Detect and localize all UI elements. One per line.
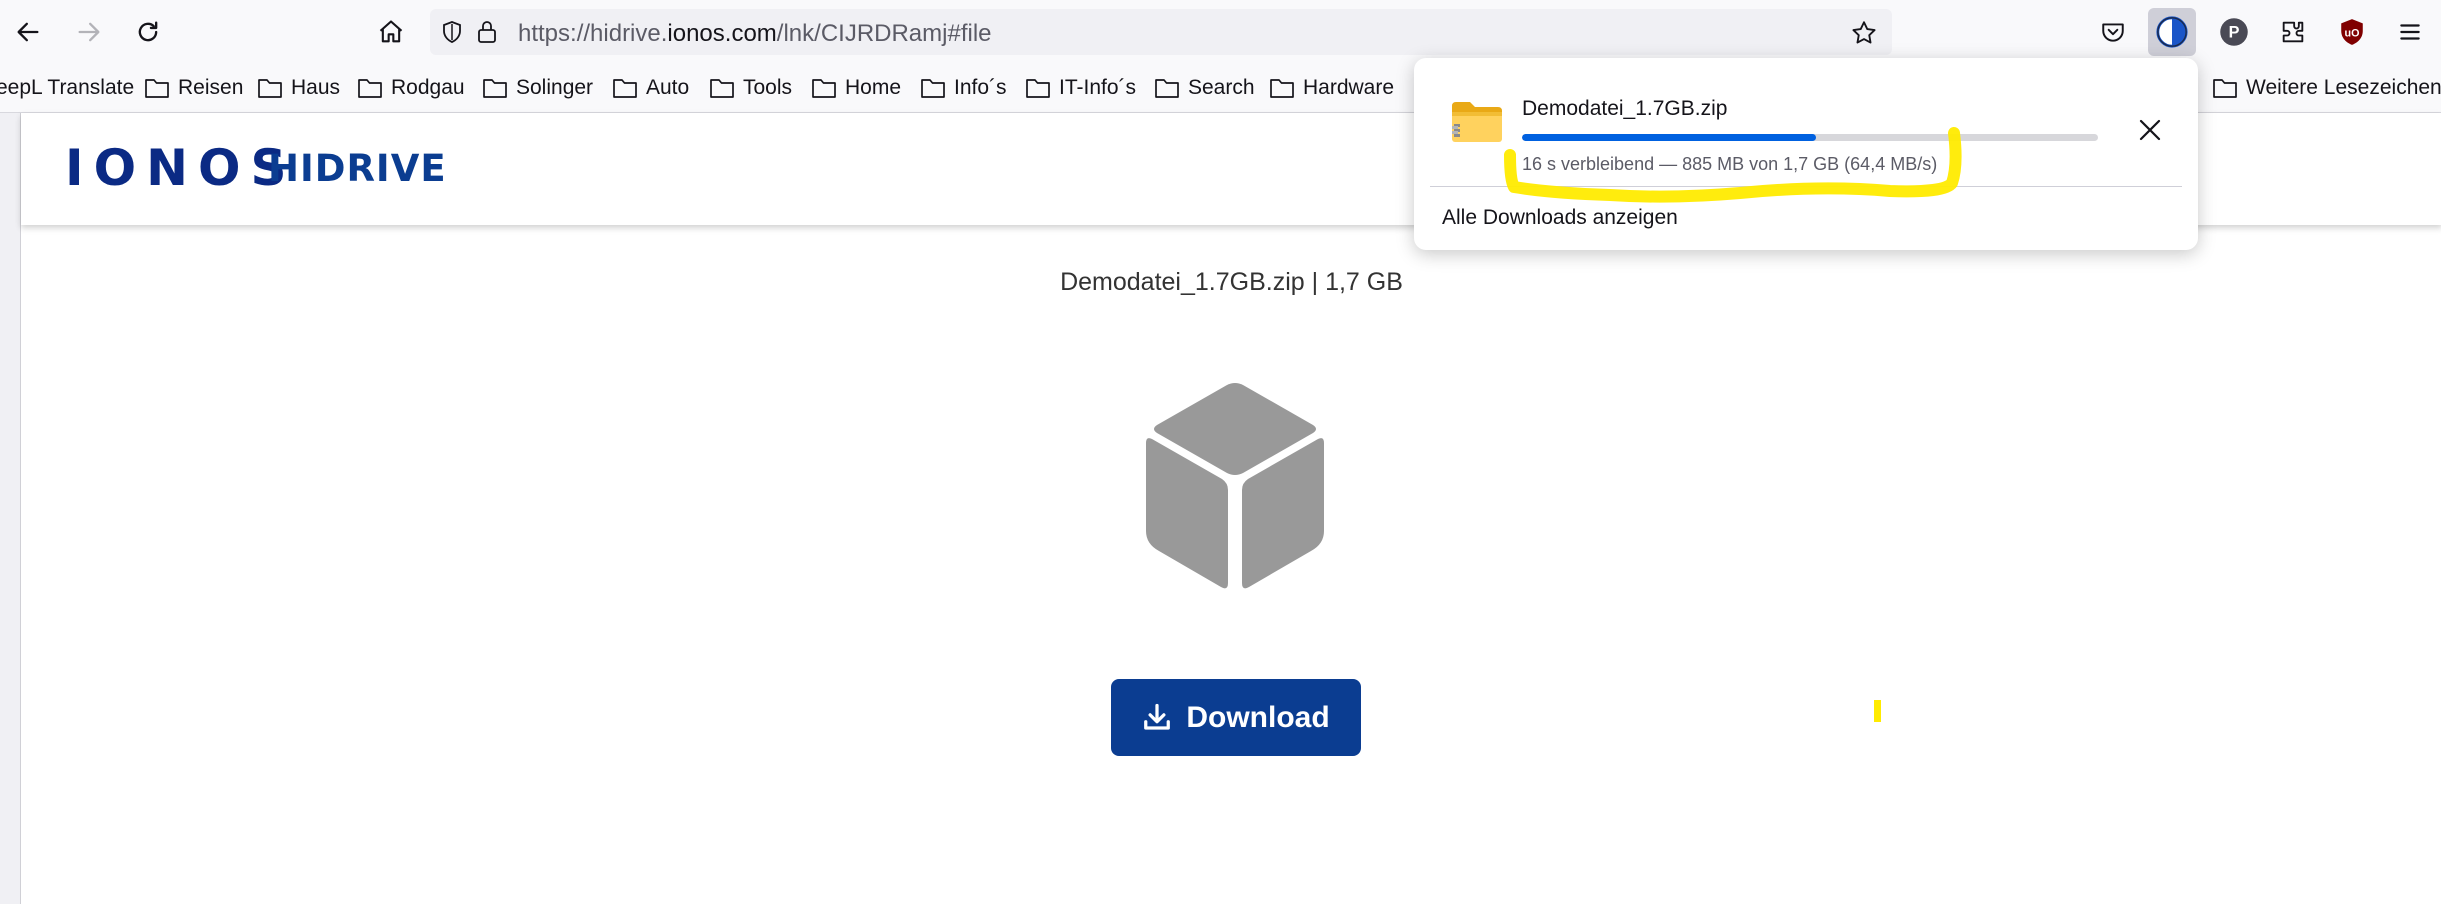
profile-p-icon: P — [2220, 18, 2248, 46]
folder-icon — [921, 79, 945, 98]
home-button[interactable] — [367, 8, 415, 56]
bookmark-folder-auto[interactable]: Auto — [612, 74, 689, 102]
bookmark-folder-more[interactable]: Weitere Lesezeichen — [2212, 74, 2441, 102]
bookmark-folder-reisen[interactable]: Reisen — [144, 74, 243, 102]
forward-arrow-icon — [78, 22, 100, 42]
url-host: ionos.com — [667, 20, 777, 47]
file-separator: | — [1311, 268, 1319, 296]
bookmark-folder-search[interactable]: Search — [1154, 74, 1255, 102]
pocket-button[interactable] — [2089, 8, 2137, 56]
url-text[interactable]: https://hidrive.ionos.com/lnk/CIJRDRamj#… — [518, 20, 992, 48]
folder-icon — [145, 79, 169, 98]
folder-icon — [1270, 79, 1294, 98]
bookmark-folder-haus[interactable]: Haus — [257, 74, 340, 102]
bookmark-folder-hardware[interactable]: Hardware — [1269, 74, 1394, 102]
bookmark-label: Search — [1188, 76, 1255, 99]
bookmark-label: Solinger — [516, 76, 594, 99]
bookmark-folder-solinger[interactable]: Solinger — [482, 74, 593, 102]
reload-button[interactable] — [124, 8, 172, 56]
bookmark-label: Auto — [646, 76, 690, 99]
bookmark-label: Hardware — [1303, 76, 1395, 99]
download-file-name: Demodatei_1.7GB.zip — [1522, 97, 1728, 120]
hidrive-logo[interactable]: HIDRIVE — [268, 150, 447, 187]
app-menu-button[interactable] — [2386, 8, 2434, 56]
folder-icon — [258, 79, 282, 98]
folder-icon — [2213, 79, 2237, 98]
highlight-mark — [1874, 700, 1881, 722]
bookmark-deepl[interactable]: eepL Translate — [0, 74, 134, 102]
bookmark-folder-home[interactable]: Home — [811, 74, 901, 102]
url-prefix: https://hidrive. — [518, 20, 668, 47]
bookmark-label: eepL Translate — [0, 76, 135, 99]
download-button-label: Download — [1186, 700, 1330, 734]
bookmark-label: Reisen — [178, 76, 244, 99]
folder-icon — [483, 79, 507, 98]
pocket-icon — [2102, 23, 2124, 42]
bookmark-star-icon[interactable] — [1850, 19, 1878, 52]
shield-icon[interactable] — [440, 20, 464, 49]
ublock-button[interactable]: uO — [2328, 8, 2376, 56]
bookmark-label: Weitere Lesezeichen — [2246, 76, 2441, 99]
cancel-download-button[interactable] — [2130, 110, 2170, 150]
profile-button[interactable]: P — [2210, 8, 2258, 56]
download-arrow-icon — [1144, 703, 1171, 730]
browser-toolbar: https://hidrive.ionos.com/lnk/CIJRDRamj#… — [0, 0, 2441, 64]
file-size: 1,7 GB — [1325, 268, 1403, 296]
bookmark-folder-infos[interactable]: Info´s — [920, 74, 1007, 102]
bookmark-folder-it-infos[interactable]: IT-Info´s — [1025, 74, 1136, 102]
folder-icon — [358, 79, 382, 98]
download-button[interactable]: Download — [1111, 679, 1361, 756]
folder-icon — [1026, 79, 1050, 98]
bookmark-label: Home — [845, 76, 902, 99]
svg-text:uO: uO — [2345, 27, 2360, 39]
url-path: /lnk/CIJRDRamj#file — [776, 20, 992, 47]
svg-text:P: P — [2229, 24, 2240, 42]
folder-icon — [1155, 79, 1179, 98]
folder-icon — [710, 79, 734, 98]
bookmark-label: Rodgau — [391, 76, 465, 99]
bookmark-label: Haus — [291, 76, 341, 99]
bookmark-folder-rodgau[interactable]: Rodgau — [357, 74, 465, 102]
folder-icon — [613, 79, 637, 98]
bookmark-label: Tools — [743, 76, 793, 99]
extensions-button[interactable] — [2269, 8, 2317, 56]
lock-icon[interactable] — [475, 19, 499, 50]
bookmark-label: Info´s — [954, 76, 1007, 99]
bookmark-label: IT-Info´s — [1059, 76, 1137, 99]
menu-icon — [2400, 24, 2420, 40]
cube-icon — [1146, 383, 1324, 589]
ionos-logo[interactable]: IONOS — [65, 143, 296, 193]
url-bar[interactable]: https://hidrive.ionos.com/lnk/CIJRDRamj#… — [430, 9, 1892, 55]
forward-button[interactable] — [65, 8, 113, 56]
home-icon — [379, 20, 403, 43]
highlight-scribble — [1504, 127, 1962, 203]
back-arrow-icon — [17, 22, 39, 42]
bookmark-folder-tools[interactable]: Tools — [709, 74, 792, 102]
close-icon — [2139, 119, 2161, 141]
reload-icon — [138, 21, 158, 42]
dark-reader-icon — [2156, 16, 2188, 48]
file-name: Demodatei_1.7GB.zip — [1060, 268, 1305, 296]
ublock-icon: uO — [2341, 19, 2363, 45]
file-title: Demodatei_1.7GB.zip | 1,7 GB — [21, 268, 2441, 297]
back-button[interactable] — [4, 8, 52, 56]
folder-icon — [812, 79, 836, 98]
dark-reader-button[interactable] — [2148, 8, 2196, 56]
extensions-icon — [2282, 21, 2304, 43]
